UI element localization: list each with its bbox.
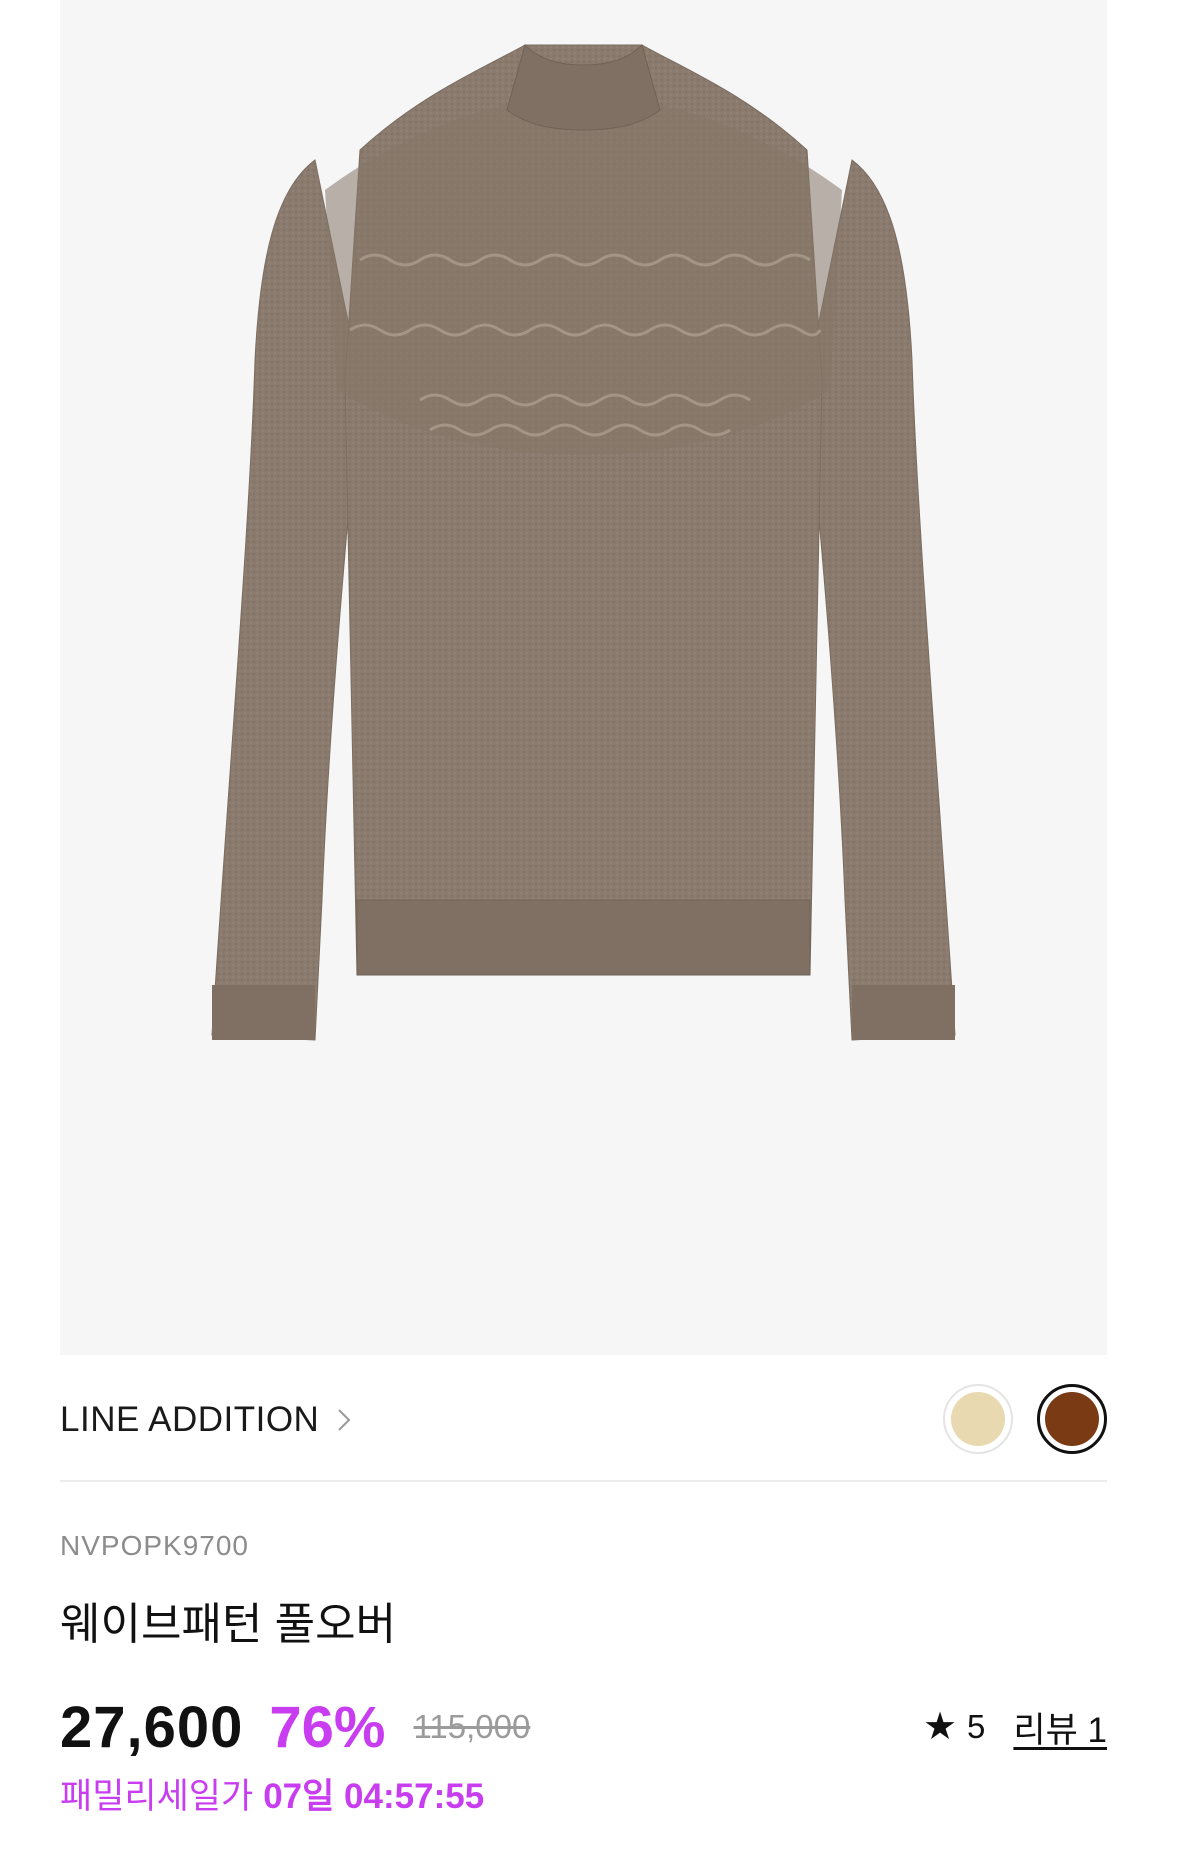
color-swatches <box>943 1384 1107 1454</box>
original-price: 115,000 <box>413 1708 531 1745</box>
swatch-dot <box>951 1392 1005 1446</box>
family-sale-label: 패밀리세일가 <box>60 1777 254 1816</box>
rating-score: 5 <box>967 1708 986 1745</box>
brand-name: LINE ADDITION <box>60 1400 320 1439</box>
product-name: 웨이브패턴 풀오버 <box>60 1600 397 1649</box>
discount-rate: 76% <box>269 1694 386 1760</box>
brand-row: LINE ADDITION <box>60 1372 1107 1468</box>
family-sale: 패밀리세일가 07일 04:57:55 <box>60 1768 484 1819</box>
family-sale-timer: 07일 04:57:55 <box>263 1777 485 1816</box>
star-icon: ★ <box>922 1706 958 1748</box>
rating-group: ★ 5 리뷰 1 <box>923 1692 1107 1762</box>
color-swatch-brown[interactable] <box>1037 1384 1107 1454</box>
swatch-dot <box>1045 1392 1099 1446</box>
color-swatch-beige[interactable] <box>943 1384 1013 1454</box>
review-link[interactable]: 리뷰 1 <box>1013 1702 1107 1753</box>
divider <box>60 1480 1107 1482</box>
brand-link[interactable]: LINE ADDITION <box>60 1400 351 1440</box>
product-image[interactable] <box>60 0 1107 1355</box>
product-code: NVPOPK9700 <box>60 1530 249 1561</box>
sweater-illustration <box>211 44 956 1041</box>
sale-price: 27,600 <box>60 1694 244 1760</box>
chevron-right-icon <box>338 1409 351 1431</box>
price-row: 27,600 76% 115,000 ★ 5 리뷰 1 <box>60 1692 1107 1762</box>
